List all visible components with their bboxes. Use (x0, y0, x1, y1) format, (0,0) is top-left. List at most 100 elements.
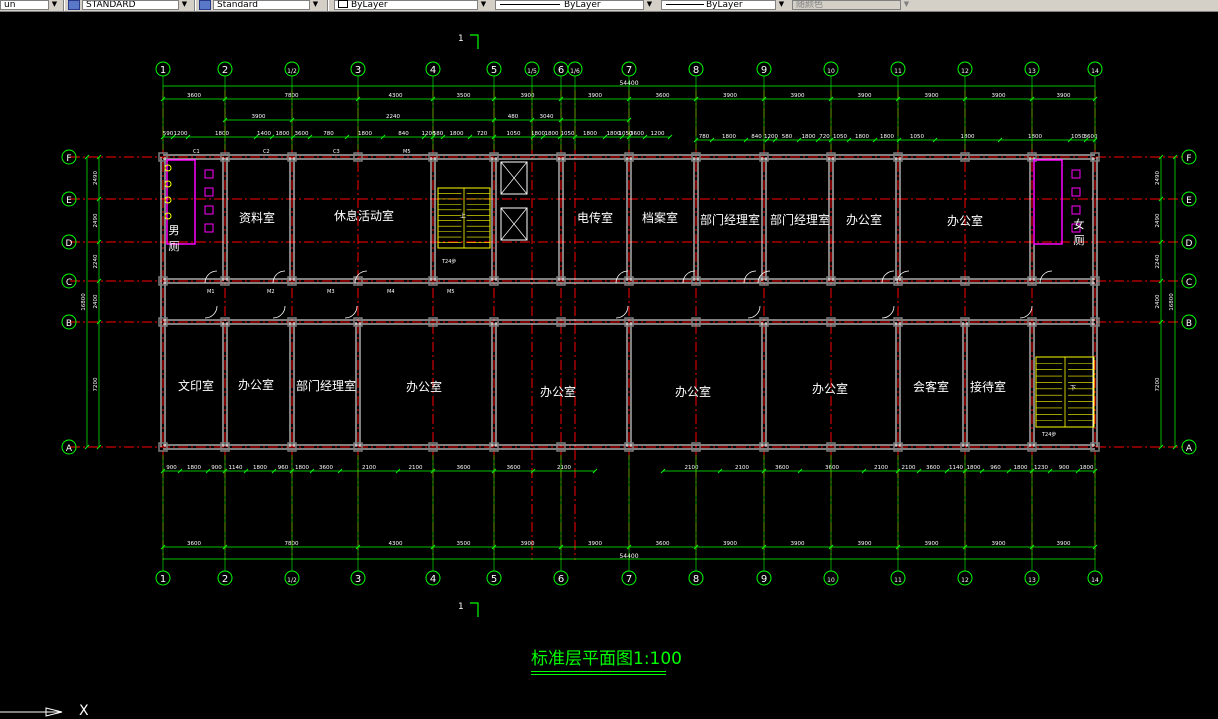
axis-bubble-top-label: 1/2 (287, 68, 297, 75)
window-dim-bottom-label: 2100 (409, 465, 423, 471)
axis-bubble-top-label: 1 (160, 65, 166, 76)
bay-dim-bottom-label: 3500 (457, 541, 471, 547)
side-dim-right-total-label: 16800 (1169, 293, 1175, 311)
side-dim-right-label: 2400 (1155, 294, 1161, 308)
door-swing-south (272, 305, 286, 319)
axis-bubble-top-label: 14 (1091, 68, 1099, 75)
bay-dim-bottom-label: 3900 (925, 541, 939, 547)
stair-up-label: 上 (460, 212, 466, 220)
linetype-combo[interactable]: ByLayer (495, 0, 655, 10)
door-swing-south (1019, 305, 1033, 319)
axis-bubble-bottom-label: 9 (761, 574, 767, 585)
left-style-dropdown-arrow[interactable]: ▼ (48, 0, 60, 10)
secondary-dim-top-label: 3900 (252, 114, 266, 120)
window-dim-top-right-label: 580 (782, 134, 793, 140)
window-dim-top-label: 3600 (630, 131, 644, 137)
window-dim-top-label: 1400 (257, 131, 271, 137)
window-dim-bottom-label: 900 (166, 465, 177, 471)
bay-dim-bottom-label: 4300 (389, 541, 403, 547)
text-style-combo[interactable]: STANDARD (82, 0, 190, 10)
window-dim-top-right-label: 1800 (722, 134, 736, 140)
side-dim-right-label: 2240 (1155, 254, 1161, 268)
axis-bubble-bottom-label: 5 (491, 574, 497, 585)
window-dim-bottom-right-label: 900 (1059, 465, 1070, 471)
window-dim-bottom-label: 1140 (229, 465, 243, 471)
side-dim-right-label: 2490 (1155, 171, 1161, 185)
toilet-fixture (1071, 187, 1081, 197)
window-tag: M5 (403, 149, 411, 155)
stair-label: T24步 (1041, 432, 1056, 438)
bay-dim-bottom-label: 3900 (588, 541, 602, 547)
color-value: ByLayer (351, 0, 388, 10)
window-dim-top-label: 720 (477, 131, 488, 137)
axis-bubble-top-label: 9 (761, 65, 767, 76)
axis-bubble-top-label: 1/5 (527, 68, 537, 75)
dim-style-dropdown-arrow[interactable]: ▼ (309, 0, 321, 10)
linetype-dropdown-arrow[interactable]: ▼ (643, 0, 655, 10)
stair-down-label: 下 (1070, 385, 1076, 392)
room-label-lounge: 休息活动室 (334, 208, 394, 223)
axis-bubble-bottom-label: 1 (160, 574, 166, 585)
window-dim-bottom-label: 900 (211, 465, 222, 471)
lineweight-combo[interactable]: ByLayer (661, 0, 787, 10)
plan-title: 标准层平面图1:100 (531, 649, 682, 669)
bay-dim-top-label: 3900 (858, 93, 872, 99)
toilet-fixture (204, 169, 214, 179)
color-combo[interactable]: ByLayer (334, 0, 489, 10)
bay-dim-top-label: 3900 (1057, 93, 1071, 99)
bay-dim-bottom-label: 3900 (791, 541, 805, 547)
window-dim-bottom-label: 3600 (507, 465, 521, 471)
side-dim-left-total-label: 16800 (81, 293, 87, 311)
room-label-mens-toilet-2: 厕 (169, 240, 180, 253)
side-dim-left-label: 2400 (93, 294, 99, 308)
room-label-office-s1: 办公室 (238, 377, 274, 392)
plot-style-combo[interactable]: 随颜色 (792, 0, 912, 10)
dim-style-icon[interactable] (199, 0, 211, 10)
axis-bubble-top-label: 6 (558, 65, 564, 76)
window-dim-top-label: 1200 (651, 131, 665, 137)
secondary-dim-top-label: 3040 (540, 114, 554, 120)
drawing-canvas[interactable]: 544003600 7800 4300 3500 3900 3900 3600 3900 390… (0, 11, 1218, 719)
lineweight-dropdown-arrow[interactable]: ▼ (775, 0, 787, 10)
axis-bubble-top-label: 1/6 (570, 68, 580, 75)
room-label-guest-room: 会客室 (913, 379, 949, 394)
toilet-fixture (204, 223, 214, 233)
axis-bubble-bottom-label: 12 (961, 577, 969, 584)
window-dim-top-label: 840 (398, 131, 409, 137)
plot-style-dropdown-arrow[interactable]: ▼ (900, 0, 912, 10)
axis-bubble-bottom-label: 8 (693, 574, 699, 585)
bay-dim-top-label: 3500 (457, 93, 471, 99)
axis-bubble-right-label: C (1186, 278, 1192, 288)
plot-style-value: 随颜色 (796, 0, 824, 10)
window-dim-top-right-label: 720 (819, 134, 830, 140)
bay-dim-top-label: 3600 (656, 93, 670, 99)
toilet-fixture (1071, 205, 1081, 215)
axis-bubble-bottom-label: 6 (558, 574, 564, 585)
toilet-fixture (1071, 169, 1081, 179)
room-label-office-s2: 办公室 (406, 379, 442, 394)
window-dim-top-right-label: 3600 (1084, 134, 1098, 140)
text-style-dropdown-arrow[interactable]: ▼ (178, 0, 190, 10)
color-dropdown-arrow[interactable]: ▼ (477, 0, 489, 10)
ucs-icon (0, 707, 63, 717)
door-tag: M2 (267, 289, 275, 295)
secondary-dim-top-label: 2240 (386, 114, 400, 120)
window-tag: C1 (193, 149, 200, 155)
bay-dim-bottom-label: 3900 (858, 541, 872, 547)
axis-bubble-bottom-label: 11 (894, 577, 902, 584)
axis-bubble-top-label: 10 (827, 68, 835, 75)
window-dim-bottom-right-label: 1800 (1014, 465, 1028, 471)
dim-style-combo[interactable]: Standard (213, 0, 321, 10)
door-swing-south (344, 305, 358, 319)
urinal (164, 180, 172, 188)
room-label-office-n1: 办公室 (846, 212, 882, 227)
window-dim-bottom-right-label: 1800 (967, 465, 981, 471)
bay-dim-bottom-label: 3900 (723, 541, 737, 547)
room-label-office-s4: 办公室 (675, 384, 711, 399)
window-dim-top-right-label: 1800 (802, 134, 816, 140)
lineweight-value: ByLayer (706, 0, 743, 10)
side-dim-left-label: 2490 (93, 171, 99, 185)
door-tag: M3 (327, 289, 335, 295)
text-style-icon[interactable] (68, 0, 80, 10)
window-dim-bottom-label: 3600 (319, 465, 333, 471)
